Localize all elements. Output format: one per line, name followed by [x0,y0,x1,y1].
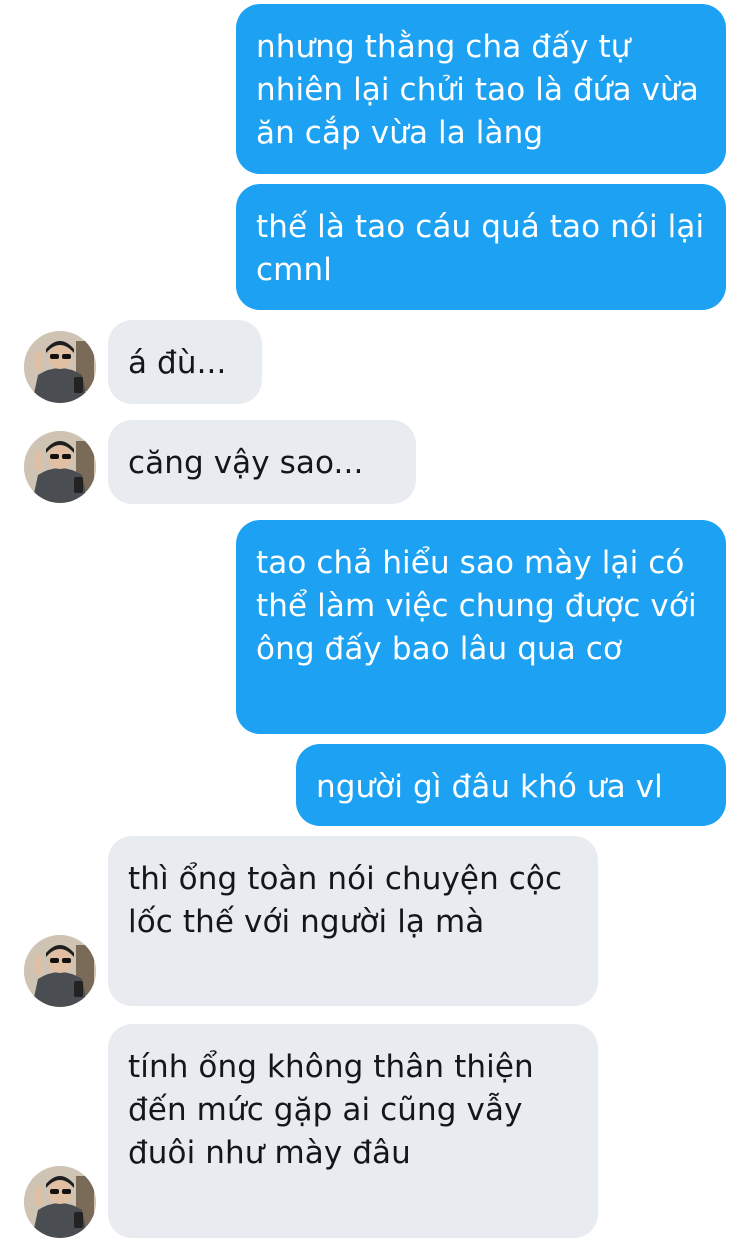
incoming-message-bubble[interactable]: căng vậy sao... [108,420,416,504]
person-photo-icon [24,1166,96,1238]
outgoing-message-bubble[interactable]: tao chả hiểu sao mày lại có thể làm việc… [236,520,726,734]
contact-avatar[interactable] [24,1166,96,1238]
person-photo-icon [24,331,96,403]
outgoing-message-bubble[interactable]: thế là tao cáu quá tao nói lại cmnl [236,184,726,310]
message-thread: nhưng thằng cha đấy tự nhiên lại chửi ta… [0,0,750,1243]
outgoing-message-bubble[interactable]: nhưng thằng cha đấy tự nhiên lại chửi ta… [236,4,726,174]
incoming-message-bubble[interactable]: thì ổng toàn nói chuyện cộc lốc thế với … [108,836,598,1006]
contact-avatar[interactable] [24,935,96,1007]
person-photo-icon [24,935,96,1007]
contact-avatar[interactable] [24,431,96,503]
incoming-message-bubble[interactable]: tính ổng không thân thiện đến mức gặp ai… [108,1024,598,1238]
contact-avatar[interactable] [24,331,96,403]
person-photo-icon [24,431,96,503]
incoming-message-bubble[interactable]: á đù... [108,320,262,404]
outgoing-message-bubble[interactable]: người gì đâu khó ưa vl [296,744,726,826]
